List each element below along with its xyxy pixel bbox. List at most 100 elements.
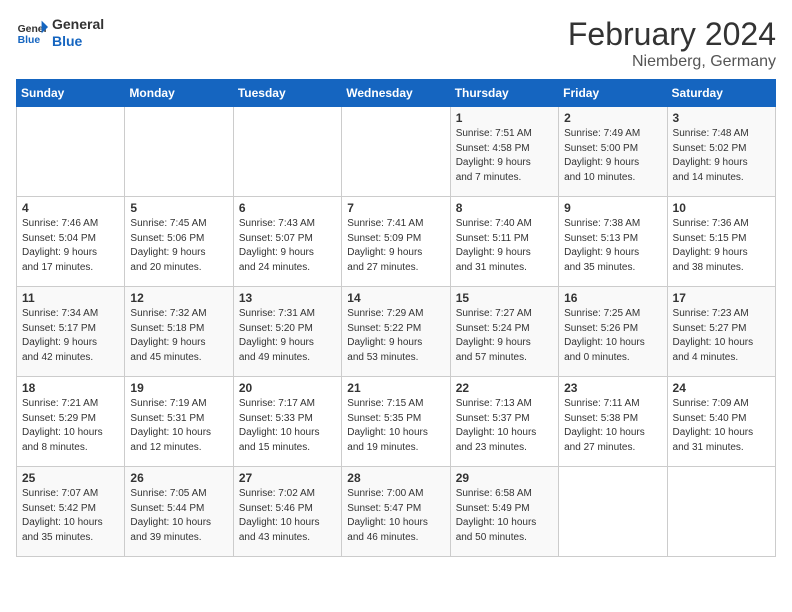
calendar-cell: 29 Sunrise: 6:58 AM Sunset: 5:49 PM Dayli… <box>450 467 558 557</box>
calendar-week-1: 1 Sunrise: 7:51 AM Sunset: 4:58 PM Daylig… <box>17 107 776 197</box>
calendar-body: 1 Sunrise: 7:51 AM Sunset: 4:58 PM Daylig… <box>17 107 776 557</box>
day-number: 17 <box>673 291 770 305</box>
day-header-wednesday: Wednesday <box>342 80 450 107</box>
day-info: Sunrise: 7:11 AM Sunset: 5:38 PM Dayligh… <box>564 397 661 455</box>
calendar-cell: 27 Sunrise: 7:02 AM Sunset: 5:46 PM Dayli… <box>233 467 341 557</box>
calendar-cell: 14 Sunrise: 7:29 AM Sunset: 5:22 PM Dayli… <box>342 287 450 377</box>
day-header-monday: Monday <box>125 80 233 107</box>
calendar-cell: 17 Sunrise: 7:23 AM Sunset: 5:27 PM Dayli… <box>667 287 775 377</box>
day-number: 27 <box>239 471 336 485</box>
day-info: Sunrise: 7:15 AM Sunset: 5:35 PM Dayligh… <box>347 397 444 455</box>
day-header-tuesday: Tuesday <box>233 80 341 107</box>
day-number: 3 <box>673 111 770 125</box>
calendar-cell: 18 Sunrise: 7:21 AM Sunset: 5:29 PM Dayli… <box>17 377 125 467</box>
calendar-cell: 22Sunrise: 7:13 AM Sunset: 5:37 PM Dayli… <box>450 377 558 467</box>
day-info: Sunrise: 7:36 AM Sunset: 5:15 PM Dayligh… <box>673 217 770 275</box>
calendar-cell: 25 Sunrise: 7:07 AM Sunset: 5:42 PM Dayli… <box>17 467 125 557</box>
calendar-cell: 1 Sunrise: 7:51 AM Sunset: 4:58 PM Daylig… <box>450 107 558 197</box>
calendar-cell: 3 Sunrise: 7:48 AM Sunset: 5:02 PM Daylig… <box>667 107 775 197</box>
day-number: 23 <box>564 381 661 395</box>
day-info: Sunrise: 7:38 AM Sunset: 5:13 PM Dayligh… <box>564 217 661 275</box>
day-info: Sunrise: 7:27 AM Sunset: 5:24 PM Dayligh… <box>456 307 553 365</box>
calendar-cell: 11Sunrise: 7:34 AM Sunset: 5:17 PM Dayli… <box>17 287 125 377</box>
day-info: Sunrise: 7:29 AM Sunset: 5:22 PM Dayligh… <box>347 307 444 365</box>
day-info: Sunrise: 7:17 AM Sunset: 5:33 PM Dayligh… <box>239 397 336 455</box>
calendar-week-2: 4 Sunrise: 7:46 AM Sunset: 5:04 PM Daylig… <box>17 197 776 287</box>
calendar-week-4: 18 Sunrise: 7:21 AM Sunset: 5:29 PM Dayli… <box>17 377 776 467</box>
day-number: 20 <box>239 381 336 395</box>
calendar-cell: 13Sunrise: 7:31 AM Sunset: 5:20 PM Dayli… <box>233 287 341 377</box>
logo-general: General <box>52 16 104 33</box>
calendar-cell: 16Sunrise: 7:25 AM Sunset: 5:26 PM Dayli… <box>559 287 667 377</box>
calendar-cell: 21Sunrise: 7:15 AM Sunset: 5:35 PM Dayli… <box>342 377 450 467</box>
day-number: 16 <box>564 291 661 305</box>
day-number: 19 <box>130 381 227 395</box>
calendar-week-5: 25 Sunrise: 7:07 AM Sunset: 5:42 PM Dayli… <box>17 467 776 557</box>
calendar-cell: 5Sunrise: 7:45 AM Sunset: 5:06 PM Daylig… <box>125 197 233 287</box>
day-number: 9 <box>564 201 661 215</box>
calendar-cell: 19 Sunrise: 7:19 AM Sunset: 5:31 PM Dayli… <box>125 377 233 467</box>
day-info: Sunrise: 7:19 AM Sunset: 5:31 PM Dayligh… <box>130 397 227 455</box>
location: Niemberg, Germany <box>568 53 776 71</box>
day-info: Sunrise: 7:21 AM Sunset: 5:29 PM Dayligh… <box>22 397 119 455</box>
day-info: Sunrise: 6:58 AM Sunset: 5:49 PM Dayligh… <box>456 487 553 545</box>
calendar-cell: 26 Sunrise: 7:05 AM Sunset: 5:44 PM Dayli… <box>125 467 233 557</box>
day-number: 8 <box>456 201 553 215</box>
day-info: Sunrise: 7:40 AM Sunset: 5:11 PM Dayligh… <box>456 217 553 275</box>
day-info: Sunrise: 7:23 AM Sunset: 5:27 PM Dayligh… <box>673 307 770 365</box>
calendar-cell: 9 Sunrise: 7:38 AM Sunset: 5:13 PM Daylig… <box>559 197 667 287</box>
calendar-cell: 15 Sunrise: 7:27 AM Sunset: 5:24 PM Dayli… <box>450 287 558 377</box>
day-info: Sunrise: 7:31 AM Sunset: 5:20 PM Dayligh… <box>239 307 336 365</box>
day-number: 11 <box>22 291 119 305</box>
day-info: Sunrise: 7:48 AM Sunset: 5:02 PM Dayligh… <box>673 127 770 185</box>
day-info: Sunrise: 7:43 AM Sunset: 5:07 PM Dayligh… <box>239 217 336 275</box>
day-info: Sunrise: 7:41 AM Sunset: 5:09 PM Dayligh… <box>347 217 444 275</box>
calendar-cell <box>233 107 341 197</box>
day-number: 28 <box>347 471 444 485</box>
calendar-cell <box>667 467 775 557</box>
calendar-cell: 10 Sunrise: 7:36 AM Sunset: 5:15 PM Dayli… <box>667 197 775 287</box>
day-number: 2 <box>564 111 661 125</box>
day-number: 6 <box>239 201 336 215</box>
day-number: 15 <box>456 291 553 305</box>
calendar-cell <box>17 107 125 197</box>
page-header: General Blue General Blue February 2024 … <box>16 16 776 71</box>
day-number: 14 <box>347 291 444 305</box>
day-number: 25 <box>22 471 119 485</box>
day-header-friday: Friday <box>559 80 667 107</box>
calendar-header-row: SundayMondayTuesdayWednesdayThursdayFrid… <box>17 80 776 107</box>
day-info: Sunrise: 7:00 AM Sunset: 5:47 PM Dayligh… <box>347 487 444 545</box>
calendar-cell: 23 Sunrise: 7:11 AM Sunset: 5:38 PM Dayli… <box>559 377 667 467</box>
logo-icon: General Blue <box>16 19 48 47</box>
day-info: Sunrise: 7:51 AM Sunset: 4:58 PM Dayligh… <box>456 127 553 185</box>
day-info: Sunrise: 7:46 AM Sunset: 5:04 PM Dayligh… <box>22 217 119 275</box>
day-number: 12 <box>130 291 227 305</box>
day-header-saturday: Saturday <box>667 80 775 107</box>
calendar-cell: 24 Sunrise: 7:09 AM Sunset: 5:40 PM Dayli… <box>667 377 775 467</box>
title-area: February 2024 Niemberg, Germany <box>568 16 776 71</box>
day-info: Sunrise: 7:09 AM Sunset: 5:40 PM Dayligh… <box>673 397 770 455</box>
day-number: 18 <box>22 381 119 395</box>
calendar-cell <box>342 107 450 197</box>
day-number: 10 <box>673 201 770 215</box>
calendar-cell: 7Sunrise: 7:41 AM Sunset: 5:09 PM Daylig… <box>342 197 450 287</box>
day-header-thursday: Thursday <box>450 80 558 107</box>
day-number: 24 <box>673 381 770 395</box>
day-number: 29 <box>456 471 553 485</box>
day-info: Sunrise: 7:07 AM Sunset: 5:42 PM Dayligh… <box>22 487 119 545</box>
day-info: Sunrise: 7:45 AM Sunset: 5:06 PM Dayligh… <box>130 217 227 275</box>
calendar-cell <box>559 467 667 557</box>
calendar-cell: 12Sunrise: 7:32 AM Sunset: 5:18 PM Dayli… <box>125 287 233 377</box>
day-info: Sunrise: 7:02 AM Sunset: 5:46 PM Dayligh… <box>239 487 336 545</box>
logo: General Blue General Blue <box>16 16 104 50</box>
calendar-week-3: 11Sunrise: 7:34 AM Sunset: 5:17 PM Dayli… <box>17 287 776 377</box>
svg-text:Blue: Blue <box>18 35 41 46</box>
day-info: Sunrise: 7:05 AM Sunset: 5:44 PM Dayligh… <box>130 487 227 545</box>
day-number: 26 <box>130 471 227 485</box>
day-number: 1 <box>456 111 553 125</box>
day-number: 4 <box>22 201 119 215</box>
calendar-table: SundayMondayTuesdayWednesdayThursdayFrid… <box>16 79 776 557</box>
calendar-cell: 2Sunrise: 7:49 AM Sunset: 5:00 PM Daylig… <box>559 107 667 197</box>
day-header-sunday: Sunday <box>17 80 125 107</box>
calendar-cell <box>125 107 233 197</box>
